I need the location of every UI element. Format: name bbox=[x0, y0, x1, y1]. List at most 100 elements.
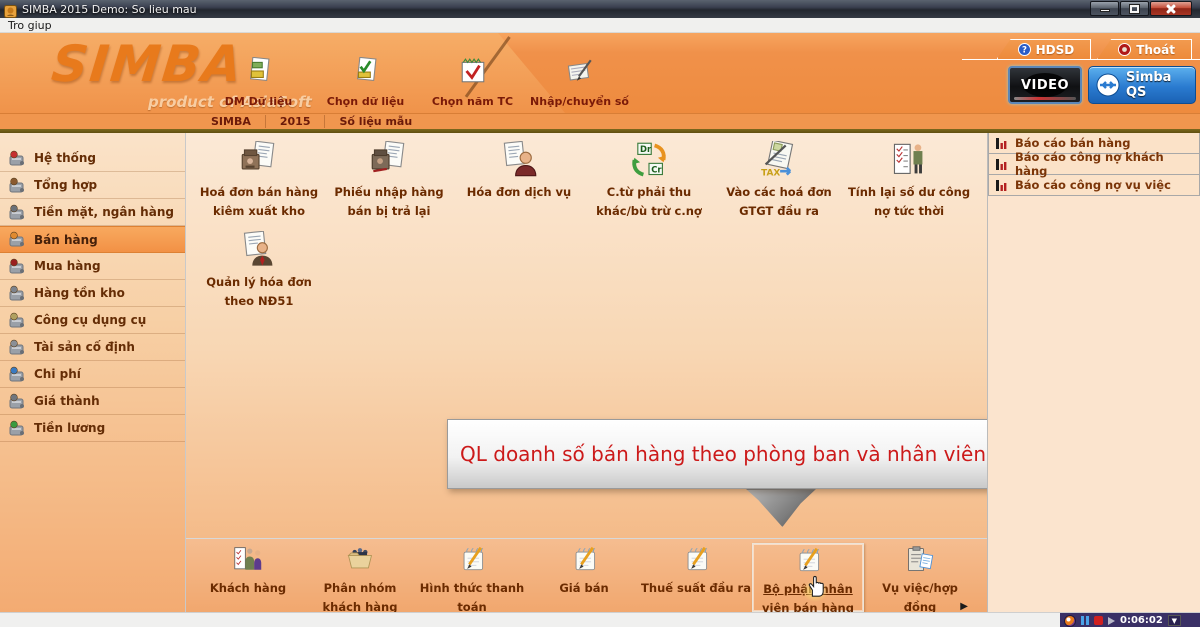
breadcrumb-item[interactable]: 2015 bbox=[266, 115, 326, 128]
sidebar-item[interactable]: Hệ thống bbox=[0, 145, 185, 172]
header-toolbar: DM Dữ liệu Chọn dữ liệu Chọn năm TC Nhập… bbox=[205, 57, 633, 113]
close-button[interactable] bbox=[1150, 1, 1192, 16]
sidebar-item-label: Mua hàng bbox=[34, 259, 101, 273]
svg-text:TAX: TAX bbox=[761, 169, 780, 179]
master-data-item[interactable]: Giá bán bbox=[528, 543, 640, 612]
sidebar-item[interactable]: Chi phí bbox=[0, 361, 185, 388]
function-item[interactable]: DrCr C.từ phải thu khác/bù trừ c.nợ bbox=[587, 141, 711, 219]
function-item-label: Vào các hoá đơn GTGT đầu ra bbox=[726, 185, 832, 218]
sidebar-item[interactable]: Tổng hợp bbox=[0, 172, 185, 199]
report-link-label: Báo cáo công nợ vụ việc bbox=[1015, 178, 1171, 192]
sidebar-item[interactable]: Mua hàng bbox=[0, 253, 185, 280]
project-contract-icon bbox=[864, 545, 976, 577]
recalc-balance-icon bbox=[847, 141, 971, 181]
report-link[interactable]: Báo cáo công nợ khách hàng bbox=[988, 154, 1200, 175]
master-data-item-label: Vụ việc/hợp đồng bbox=[882, 581, 958, 612]
help-icon: ? bbox=[1018, 43, 1031, 56]
toolbar-button-label: Chọn năm TC bbox=[432, 95, 513, 108]
fixed-assets-icon bbox=[8, 339, 27, 356]
sidebar-item[interactable]: Công cụ dụng cụ bbox=[0, 307, 185, 334]
master-data-item[interactable]: Hình thức thanh toán bbox=[416, 543, 528, 612]
purchases-icon bbox=[8, 258, 27, 275]
expenses-icon bbox=[8, 366, 27, 383]
recorder-logo-icon bbox=[1064, 615, 1076, 627]
function-item[interactable]: Phiếu nhập hàng bán bị trả lại bbox=[327, 141, 451, 219]
master-data-item[interactable]: Vụ việc/hợp đồng ▶ bbox=[864, 543, 976, 612]
svg-text:Cr: Cr bbox=[651, 164, 662, 174]
report-chart-icon bbox=[995, 137, 1008, 150]
toolbar-button[interactable]: Chọn dữ liệu bbox=[312, 57, 419, 113]
notepad-pencil-icon bbox=[753, 546, 863, 578]
function-item-label: C.từ phải thu khác/bù trừ c.nợ bbox=[596, 185, 702, 218]
toolbar-button-label: DM Dữ liệu bbox=[225, 95, 293, 108]
sidebar-item-label: Tổng hợp bbox=[34, 178, 97, 192]
function-item[interactable]: Quản lý hóa đơn theo NĐ51 bbox=[197, 231, 321, 309]
summary-icon bbox=[8, 177, 27, 194]
sidebar-item[interactable]: Giá thành bbox=[0, 388, 185, 415]
tax-output-icon: TAX bbox=[717, 141, 841, 181]
minimize-button[interactable] bbox=[1090, 1, 1119, 16]
recorder-dropdown-icon[interactable]: ▼ bbox=[1168, 615, 1181, 626]
sidebar-item-label: Tiền lương bbox=[34, 421, 105, 435]
breadcrumb-item[interactable]: SIMBA bbox=[197, 115, 266, 128]
debit-credit-icon: DrCr bbox=[587, 141, 711, 181]
window-titlebar: SIMBA 2015 Demo: So lieu mau bbox=[0, 0, 1200, 18]
simba-qs-button[interactable]: Simba QS bbox=[1088, 66, 1196, 104]
header-tabs: ? HDSD Thoát bbox=[991, 39, 1192, 59]
customers-icon bbox=[192, 545, 304, 577]
recording-time: 0:06:02 bbox=[1120, 615, 1163, 626]
menu-item-help[interactable]: Tro giup bbox=[0, 19, 60, 32]
toolbar-button-label: Nhập/chuyển số dư bbox=[530, 95, 629, 113]
bottom-statusbar: 0:06:02 ▼ bbox=[0, 612, 1200, 627]
video-button-label: VIDEO bbox=[1021, 78, 1069, 93]
breadcrumb-item[interactable]: Số liệu mẫu bbox=[325, 115, 426, 128]
header-tab-label: Thoát bbox=[1136, 43, 1175, 57]
more-arrow-icon[interactable]: ▶ bbox=[960, 601, 968, 612]
sidebar-item[interactable]: Tài sản cố định bbox=[0, 334, 185, 361]
toolbar-button[interactable]: Nhập/chuyển số dư bbox=[526, 57, 633, 113]
simba-app-window: SIMBA 2015 Demo: So lieu mau Tro giup SI… bbox=[0, 0, 1200, 627]
report-link[interactable]: Báo cáo công nợ vụ việc bbox=[988, 175, 1200, 196]
teamviewer-icon bbox=[1096, 73, 1120, 97]
select-year-icon bbox=[419, 57, 526, 87]
menu-bar: Tro giup bbox=[0, 18, 1200, 33]
transfer-balance-icon bbox=[526, 57, 633, 87]
master-data-item[interactable]: Phân nhóm khách hàng bbox=[304, 543, 416, 612]
costing-icon bbox=[8, 393, 27, 410]
sidebar-item[interactable]: Tiền lương bbox=[0, 415, 185, 442]
master-data-item[interactable]: Bộ phận/nhân viên bán hàng bbox=[752, 543, 864, 612]
toolbar-button[interactable]: DM Dữ liệu bbox=[205, 57, 312, 113]
header-tab[interactable]: ? HDSD bbox=[997, 39, 1092, 59]
record-icon[interactable] bbox=[1094, 616, 1103, 625]
function-item[interactable]: TAX Vào các hoá đơn GTGT đầu ra bbox=[717, 141, 841, 219]
maximize-button[interactable] bbox=[1120, 1, 1149, 16]
sidebar-item[interactable]: Bán hàng bbox=[0, 226, 185, 253]
window-title: SIMBA 2015 Demo: So lieu mau bbox=[22, 3, 197, 16]
callout-text: QL doanh số bán hàng theo phòng ban và n… bbox=[460, 442, 986, 466]
sidebar-item-label: Chi phí bbox=[34, 367, 81, 381]
master-data-item[interactable]: Khách hàng bbox=[192, 543, 304, 612]
report-link-label: Báo cáo công nợ khách hàng bbox=[1015, 150, 1199, 178]
master-data-item-label: Khách hàng bbox=[210, 581, 286, 595]
sidebar-item-label: Công cụ dụng cụ bbox=[34, 313, 146, 327]
app-icon bbox=[4, 3, 17, 16]
simba-qs-label: Simba QS bbox=[1126, 70, 1195, 100]
function-item[interactable]: Hóa đơn dịch vụ bbox=[457, 141, 581, 219]
toolbar-button[interactable]: Chọn năm TC bbox=[419, 57, 526, 113]
pause-icon[interactable] bbox=[1081, 616, 1089, 625]
notepad-pencil-icon bbox=[528, 545, 640, 577]
payroll-icon bbox=[8, 420, 27, 437]
function-item[interactable]: Tính lại số dư công nợ tức thời bbox=[847, 141, 971, 219]
main-area: Hệ thống Tổng hợp Tiền mặt, ngân hàng Bá… bbox=[0, 133, 1200, 612]
master-data-band: Khách hàng Phân nhóm khách hàng Hình thứ… bbox=[186, 538, 988, 612]
video-button[interactable]: VIDEO bbox=[1008, 66, 1082, 104]
screen-recorder-bar: 0:06:02 ▼ bbox=[1060, 613, 1200, 627]
function-item[interactable]: Hoá đơn bán hàng kiêm xuất kho bbox=[197, 141, 321, 219]
sidebar-item[interactable]: Hàng tồn kho bbox=[0, 280, 185, 307]
system-icon bbox=[8, 150, 27, 167]
sidebar-item[interactable]: Tiền mặt, ngân hàng bbox=[0, 199, 185, 226]
header-tab[interactable]: Thoát bbox=[1097, 39, 1192, 59]
master-data-item[interactable]: Thuế suất đầu ra bbox=[640, 543, 752, 612]
master-data-item-label: Giá bán bbox=[559, 581, 608, 595]
sidebar-item-label: Hàng tồn kho bbox=[34, 286, 125, 300]
